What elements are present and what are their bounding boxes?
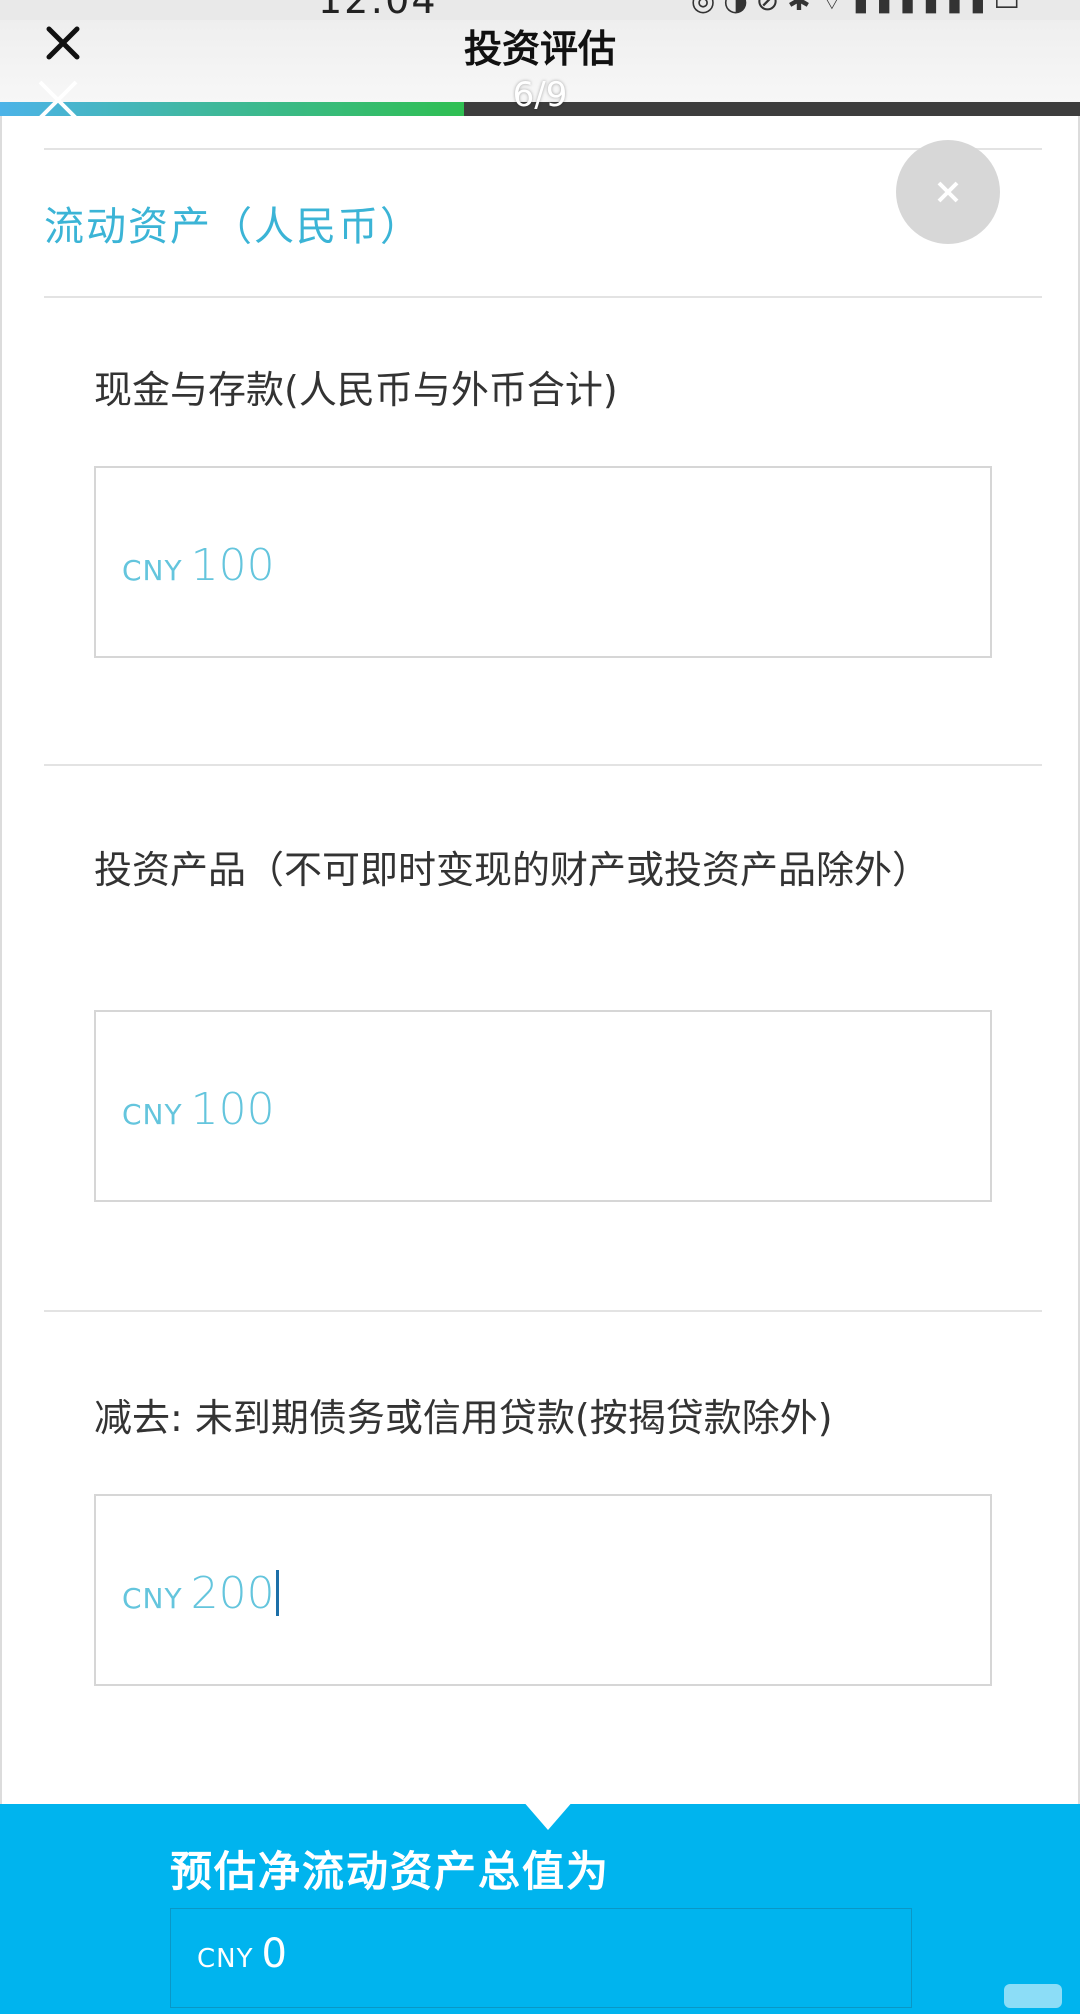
notification-icon: ◑ (723, 0, 756, 17)
outstanding-debts-label: 减去: 未到期债务或信用贷款(按揭贷款除外) (94, 1396, 833, 1440)
investment-products-label: 投资产品（不可即时变现的财产或投资产品除外） (94, 848, 931, 892)
currency-label: CNY (122, 554, 183, 587)
currency-label: CNY (122, 1582, 183, 1615)
page-title: 投资评估 (463, 27, 616, 71)
amount-value: 100 (190, 1084, 275, 1135)
section-title: 流动资产（人民币） (44, 204, 422, 250)
summary-panel: 预估净流动资产总值为 CNY 0 (0, 1800, 1080, 2014)
close-icon (937, 181, 959, 203)
signal-icon: ▮▮▮ (923, 0, 994, 17)
cash-deposits-input[interactable]: CNY 100 (94, 466, 992, 658)
summary-notch (522, 1800, 574, 1830)
status-bar: 12:04 ◎◑⊘✱⌔▮▮▮▮▮▮▭ (0, 0, 1080, 20)
summary-value-box: CNY 0 (170, 1908, 912, 2008)
field-value: CNY 100 (122, 1084, 275, 1135)
divider (44, 1310, 1042, 1312)
outstanding-debts-input[interactable]: CNY 200 (94, 1494, 992, 1686)
field-value: CNY 100 (122, 540, 275, 591)
wechat-icon: ◎ (690, 0, 724, 17)
mute-icon: ⊘ (755, 0, 788, 17)
investment-products-input[interactable]: CNY 100 (94, 1010, 992, 1202)
dismiss-button[interactable] (896, 140, 1000, 244)
battery-icon: ▭ (993, 0, 1028, 17)
signal-icon: ▮▮▮ (853, 0, 924, 17)
status-time: 12:04 (318, 0, 438, 20)
divider (44, 764, 1042, 766)
amount-value: 200 (190, 1568, 275, 1619)
text-cursor (275, 1570, 279, 1616)
currency-label: CNY (122, 1098, 183, 1131)
summary-value: CNY 0 (197, 1931, 287, 1977)
summary-title: 预估净流动资产总值为 (170, 1847, 611, 1896)
wifi-icon: ⌔ (818, 0, 854, 17)
progress-label: 6/9 (512, 75, 568, 115)
watermark (1004, 1984, 1062, 2008)
divider (44, 296, 1042, 298)
amount-value: 100 (190, 540, 275, 591)
summary-amount: 0 (261, 1931, 287, 1977)
field-value: CNY 200 (122, 1568, 279, 1619)
divider (44, 148, 1042, 150)
currency-label: CNY (197, 1944, 254, 1974)
status-icons: ◎◑⊘✱⌔▮▮▮▮▮▮▭ (691, 0, 1028, 19)
bluetooth-icon: ✱ (787, 0, 819, 17)
cash-deposits-label: 现金与存款(人民币与外币合计) (94, 368, 618, 412)
form-content: 流动资产（人民币） 现金与存款(人民币与外币合计) CNY 100 投资产品（不可… (0, 116, 1080, 2014)
